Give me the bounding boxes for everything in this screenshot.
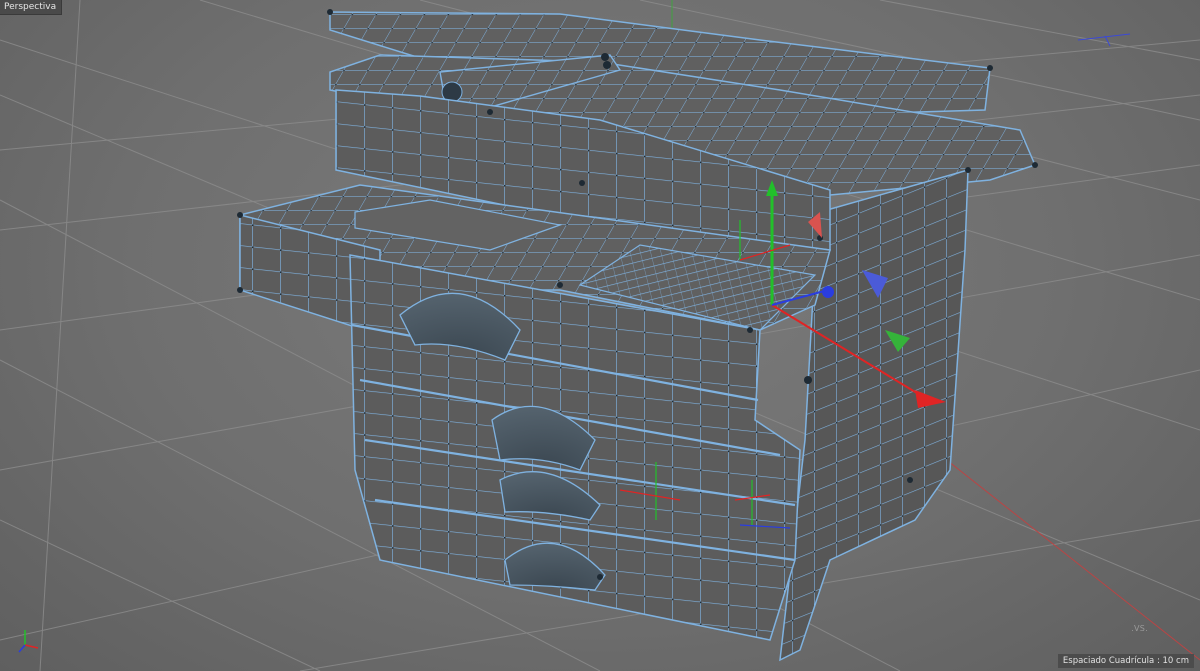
far-gizmo xyxy=(1077,33,1131,47)
3d-viewport[interactable]: Perspectiva .VS. Espaciado Cuadrícula : … xyxy=(0,0,1200,671)
grid-spacing-label: Espaciado Cuadrícula : 10 cm xyxy=(1057,654,1194,668)
gizmo-z-handle[interactable] xyxy=(822,286,834,298)
viewport-scene[interactable] xyxy=(0,0,1200,671)
mesh-object[interactable] xyxy=(237,9,1038,662)
corner-mark: .VS. xyxy=(1131,624,1148,633)
viewport-view-label[interactable]: Perspectiva xyxy=(0,0,63,15)
